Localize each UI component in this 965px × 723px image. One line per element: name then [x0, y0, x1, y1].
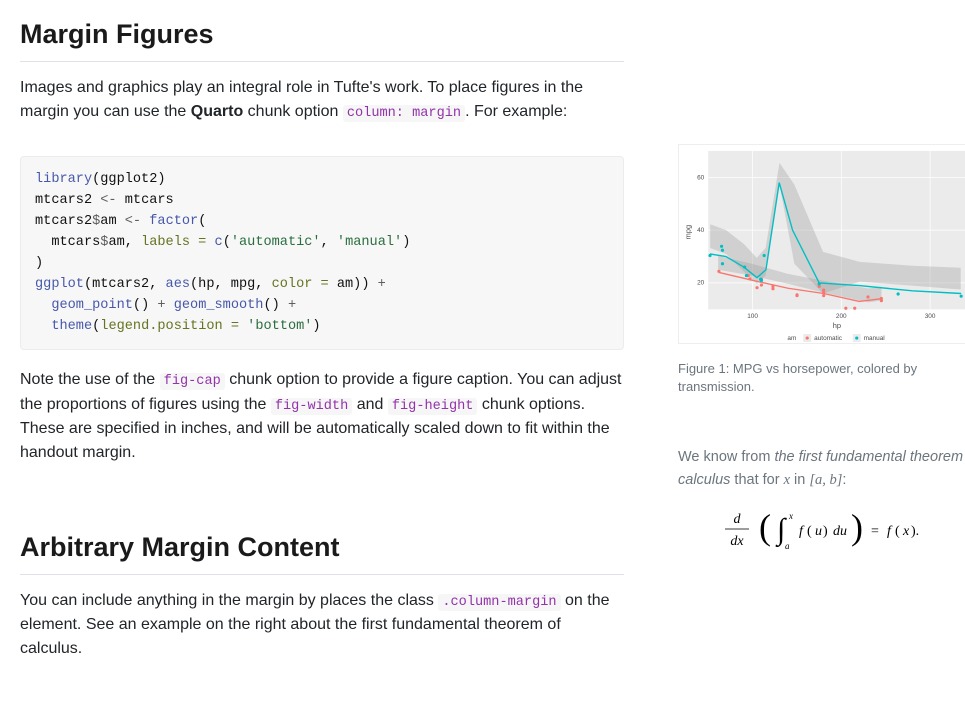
intro-text-3: . For example: — [465, 103, 567, 120]
svg-text:(: ( — [759, 507, 771, 547]
xlabel: hp — [833, 321, 841, 330]
xtick-100: 100 — [747, 313, 758, 320]
margin-note-calculus: We know from the first fundamental theor… — [678, 396, 965, 560]
svg-text:a: a — [785, 541, 790, 551]
legend-title: am — [787, 335, 796, 342]
legend-item-automatic: automatic — [814, 335, 843, 342]
svg-text:(: ( — [807, 524, 812, 539]
code-block-r[interactable]: library(ggplot2) mtcars2 <- mtcars mtcar… — [20, 156, 624, 351]
inline-code-fig-cap: fig-cap — [160, 373, 225, 390]
intro-text-2: chunk option — [243, 103, 343, 120]
margin-note-t1: We know from — [678, 449, 774, 465]
svg-text:x: x — [788, 511, 793, 521]
figure-caption: Figure 1: MPG vs horsepower, colored by … — [678, 360, 965, 396]
svg-text:u: u — [815, 524, 822, 539]
inline-code-column-margin-class: .column-margin — [438, 594, 560, 611]
ytick-40: 40 — [697, 227, 705, 234]
svg-text:=: = — [871, 524, 879, 539]
margin-note-t2: that for — [730, 472, 783, 488]
svg-text:dx: dx — [730, 534, 744, 549]
intro-bold-quarto: Quarto — [191, 103, 243, 120]
xtick-200: 200 — [836, 313, 847, 320]
note-text-3: and — [352, 396, 388, 413]
margin-note-interval: [a, b] — [809, 472, 842, 488]
section2-paragraph: You can include anything in the margin b… — [20, 589, 624, 661]
ytick-60: 60 — [697, 175, 705, 182]
svg-text:(: ( — [895, 524, 900, 539]
section-heading-margin-figures: Margin Figures — [20, 14, 624, 62]
svg-text:du: du — [833, 524, 847, 539]
chart-mpg-hp: 100 200 300 20 40 60 hp mpg am automatic — [678, 144, 965, 344]
note-text-1: Note the use of the — [20, 371, 160, 388]
svg-text:f: f — [799, 524, 805, 539]
svg-text:): ) — [851, 507, 863, 547]
inline-code-fig-height: fig-height — [388, 398, 478, 415]
equation-ftc: d dx ( ∫ x a f ( u ) du ) — [678, 505, 965, 560]
inline-code-column-margin: column: margin — [343, 105, 465, 122]
legend-item-manual: manual — [864, 335, 885, 342]
margin-note-t3: in — [790, 472, 809, 488]
ylabel: mpg — [683, 225, 692, 239]
svg-text:x: x — [902, 524, 910, 539]
svg-text:d: d — [734, 512, 742, 527]
note-paragraph: Note the use of the fig-cap chunk option… — [20, 368, 624, 465]
ytick-20: 20 — [697, 280, 705, 287]
svg-text:).: ). — [911, 524, 919, 539]
svg-text:f: f — [887, 524, 893, 539]
xtick-300: 300 — [925, 313, 936, 320]
chart-svg: 100 200 300 20 40 60 hp mpg am automatic — [679, 145, 965, 343]
margin-note-t4: : — [842, 472, 846, 488]
inline-code-fig-width: fig-width — [271, 398, 352, 415]
margin-figure: 100 200 300 20 40 60 hp mpg am automatic — [678, 14, 965, 396]
intro-paragraph: Images and graphics play an integral rol… — [20, 76, 624, 124]
section-heading-arbitrary-margin: Arbitrary Margin Content — [20, 527, 624, 575]
sec2-text-1: You can include anything in the margin b… — [20, 592, 438, 609]
svg-text:): ) — [823, 524, 828, 539]
